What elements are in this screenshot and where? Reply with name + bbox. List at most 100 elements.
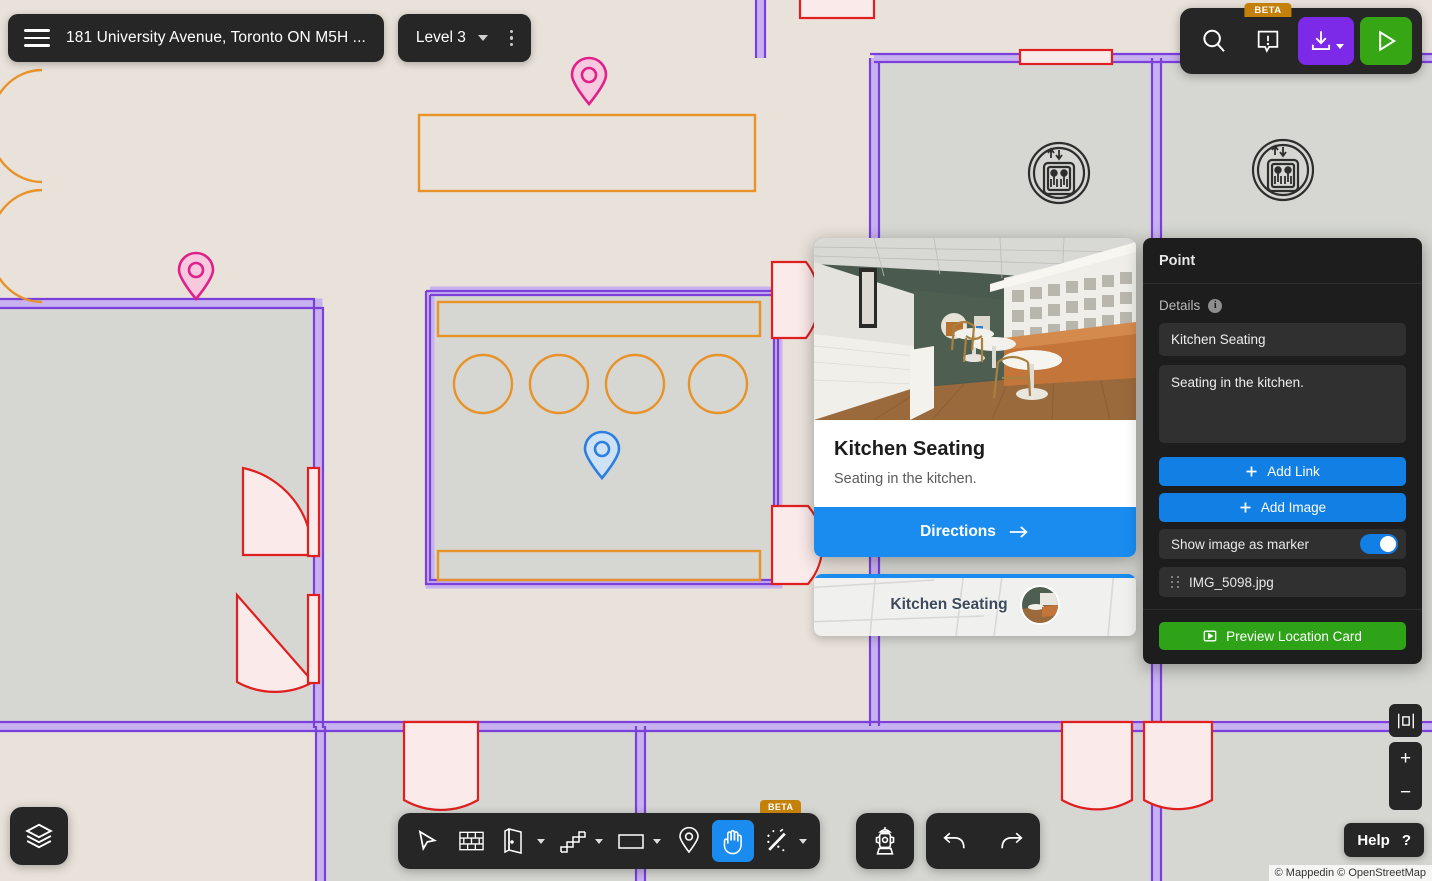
select-tool[interactable]: [406, 820, 448, 862]
beta-badge: BETA: [1244, 3, 1292, 17]
level-selector[interactable]: Level 3: [397, 14, 532, 62]
show-image-as-marker-toggle[interactable]: [1360, 534, 1398, 554]
panel-footer: Preview Location Card: [1143, 609, 1422, 664]
location-card-body: Kitchen Seating Seating in the kitchen.: [814, 420, 1136, 507]
beta-badge: BETA: [760, 800, 802, 813]
marker-preview-label: Kitchen Seating: [890, 596, 1008, 613]
image-file-row[interactable]: IMG_5098.jpg: [1159, 567, 1406, 597]
preview-location-card-button[interactable]: Preview Location Card: [1159, 622, 1406, 650]
add-link-button[interactable]: Add Link: [1159, 457, 1406, 486]
drawing-tools-toolbar: BETA: [398, 800, 820, 869]
image-file-name: IMG_5098.jpg: [1189, 574, 1274, 590]
magic-tool-chevron-down-icon[interactable]: [799, 838, 807, 844]
stairs-icon: [560, 831, 586, 853]
obstruction-tool[interactable]: [856, 813, 914, 869]
wall-tool[interactable]: [450, 820, 492, 862]
zoom-controls: + −: [1389, 742, 1422, 810]
directions-label: Directions: [920, 523, 996, 540]
play-icon: [1379, 30, 1397, 52]
marker-preview-strip[interactable]: Kitchen Seating: [814, 574, 1136, 636]
save-button[interactable]: [1298, 17, 1354, 65]
preview-location-card-label: Preview Location Card: [1226, 628, 1362, 644]
redo-arrow-icon: [1001, 832, 1023, 849]
stairs-tool-chevron-down-icon[interactable]: [595, 838, 603, 844]
hand-icon: [723, 829, 742, 854]
door-tool-chevron-down-icon[interactable]: [537, 838, 545, 844]
panel-title: Point: [1143, 238, 1422, 284]
address-pill[interactable]: 181 University Avenue, Toronto ON M5H ..…: [8, 14, 384, 62]
show-image-as-marker-label: Show image as marker: [1171, 536, 1310, 552]
arrow-right-icon: [1009, 526, 1028, 538]
point-description-input[interactable]: [1159, 365, 1406, 443]
help-question-icon: ?: [1401, 831, 1411, 849]
history-toolbar: [926, 813, 1040, 869]
directions-button[interactable]: Directions: [814, 507, 1136, 557]
location-card-description: Seating in the kitchen.: [834, 471, 977, 487]
point-tool[interactable]: [668, 820, 710, 862]
brick-wall-icon: [458, 831, 484, 851]
top-left-bar: 181 University Avenue, Toronto ON M5H ..…: [8, 14, 532, 62]
top-right-toolbar: BETA: [1180, 3, 1422, 74]
kitchen-seating-photo: [814, 238, 1136, 420]
magic-wand-icon: [766, 828, 786, 851]
map-attribution[interactable]: © Mappedin © OpenStreetMap: [1268, 865, 1432, 881]
cursor-icon: [418, 830, 437, 851]
location-card: Kitchen Seating Seating in the kitchen. …: [814, 238, 1136, 557]
play-box-icon: [1203, 630, 1217, 642]
add-image-button[interactable]: Add Image: [1159, 493, 1406, 522]
zoom-in-button[interactable]: +: [1389, 742, 1422, 776]
info-icon[interactable]: i: [1208, 298, 1223, 313]
stairs-tool-group: [552, 820, 608, 862]
details-section-header: Details i: [1159, 298, 1406, 313]
undo-button[interactable]: [932, 818, 978, 864]
search-icon: [1203, 29, 1225, 52]
fire-hydrant-icon: [875, 827, 895, 855]
preview-button[interactable]: [1360, 17, 1412, 65]
help-label: Help: [1357, 831, 1390, 849]
plus-icon: [1246, 466, 1257, 477]
space-tool-group: [610, 820, 666, 862]
pan-tool[interactable]: [712, 820, 754, 862]
issues-button[interactable]: [1244, 17, 1292, 65]
show-image-as-marker-row: Show image as marker: [1159, 529, 1406, 559]
download-icon: [1311, 31, 1331, 51]
point-name-input[interactable]: [1159, 323, 1406, 356]
undo-arrow-icon: [943, 832, 965, 849]
magic-tool[interactable]: BETA: [756, 800, 802, 862]
thumbnail-image: [1021, 587, 1058, 623]
zoom-out-button[interactable]: −: [1389, 776, 1422, 810]
kitchen-seating-thumbnail: [1019, 585, 1060, 625]
photo-illustration: [814, 238, 1136, 420]
layers-icon: [25, 823, 53, 849]
map-pin-icon: [679, 827, 699, 854]
level-label: Level 3: [415, 29, 466, 46]
stairs-tool[interactable]: [552, 820, 594, 862]
more-vertical-icon[interactable]: [502, 24, 521, 52]
alert-callout-icon: [1257, 30, 1279, 53]
door-icon: [504, 828, 522, 854]
point-properties-panel: Point Details i Add Link Add Image Show …: [1143, 238, 1422, 664]
add-image-label: Add Image: [1260, 500, 1327, 515]
details-label: Details: [1159, 298, 1201, 313]
fit-to-screen-button[interactable]: [1389, 704, 1422, 737]
plus-icon: [1240, 502, 1251, 513]
rectangle-icon: [618, 834, 644, 849]
search-button[interactable]: [1190, 17, 1238, 65]
chevron-down-icon[interactable]: [1336, 44, 1344, 49]
add-link-label: Add Link: [1267, 464, 1320, 479]
door-tool-group: [494, 820, 550, 862]
hamburger-icon[interactable]: [24, 29, 50, 47]
space-tool[interactable]: [610, 820, 652, 862]
chevron-down-icon[interactable]: [477, 35, 488, 41]
location-card-title: Kitchen Seating: [834, 438, 986, 460]
drag-handle-icon[interactable]: [1171, 576, 1179, 588]
magic-tool-group: BETA: [756, 800, 812, 862]
door-tool[interactable]: [494, 820, 536, 862]
address-label: 181 University Avenue, Toronto ON M5H ..…: [66, 29, 366, 46]
redo-button[interactable]: [989, 818, 1035, 864]
help-button[interactable]: Help ?: [1344, 823, 1424, 857]
panel-body: Details i Add Link Add Image Show image …: [1143, 284, 1422, 609]
fit-to-screen-icon: [1397, 713, 1414, 728]
space-tool-chevron-down-icon[interactable]: [653, 838, 661, 844]
layers-button[interactable]: [10, 807, 68, 865]
